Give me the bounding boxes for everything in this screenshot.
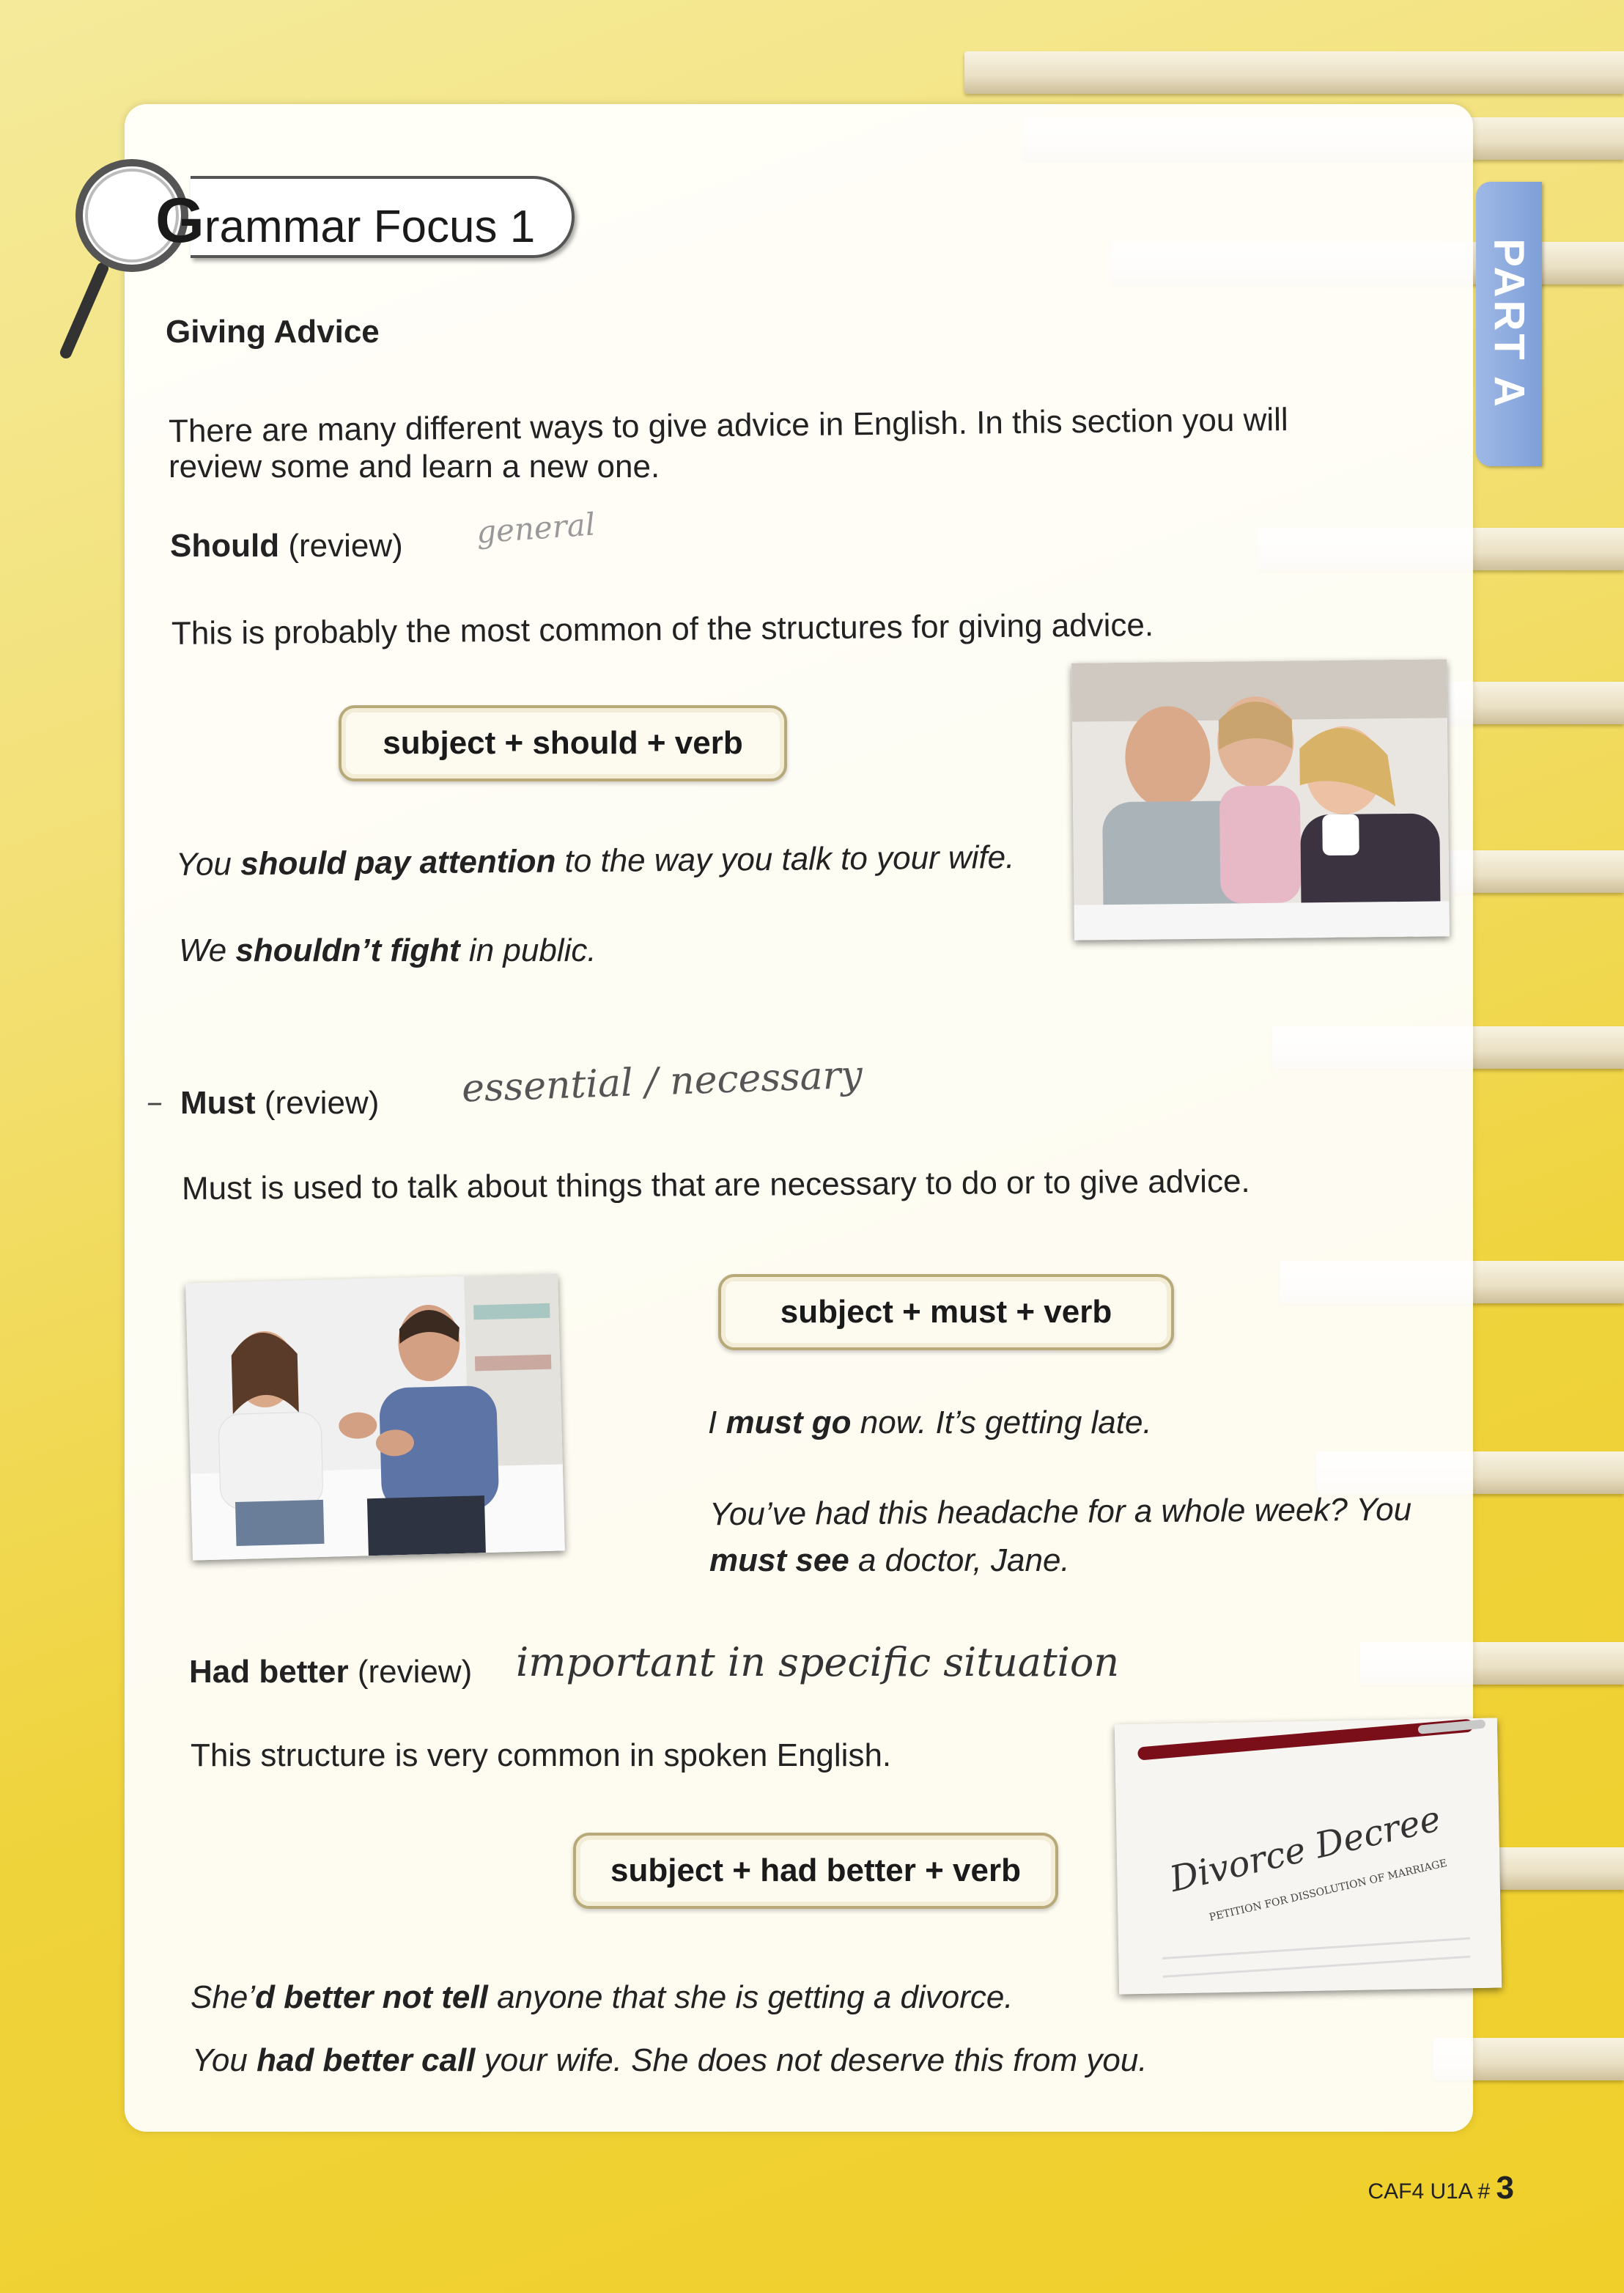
must-heading: Must (review): [180, 1085, 380, 1121]
handwritten-dash: –: [147, 1083, 163, 1121]
had-better-heading: Had better (review): [189, 1654, 473, 1690]
had-better-formula: subject + had better + verb: [573, 1833, 1058, 1909]
must-example-2-line-2: must see a doctor, Jane.: [709, 1542, 1070, 1578]
photo-divorce-decree: Divorce Decree PETITION FOR DISSOLUTION …: [1114, 1718, 1502, 1995]
had-better-example-1: She’d better not tell anyone that she is…: [191, 1979, 1014, 2015]
handwritten-note-had-better: important in specific situation: [516, 1639, 1120, 1685]
had-better-example-2: You had better call your wife. She does …: [192, 2042, 1148, 2078]
had-better-description: This structure is very common in spoken …: [191, 1737, 892, 1773]
section-heading: Giving Advice: [166, 314, 380, 350]
must-example-1: I must go now. It’s getting late.: [708, 1405, 1152, 1440]
should-example-1: You should pay attention to the way you …: [175, 839, 1015, 883]
page-footer: CAF4 U1A # 3: [1368, 2170, 1514, 2206]
must-description: Must is used to talk about things that a…: [181, 1163, 1250, 1207]
page-title: Grammar Focus 1: [155, 185, 536, 256]
should-formula: subject + should + verb: [339, 705, 787, 781]
photo-arguing-couple: [185, 1273, 565, 1561]
must-formula: subject + must + verb: [718, 1274, 1174, 1350]
photo-worried-family: [1071, 659, 1450, 941]
must-example-2-line-1: You’ve had this headache for a whole wee…: [709, 1491, 1412, 1533]
should-heading: Should (review): [170, 528, 403, 564]
page-number: 3: [1496, 2170, 1514, 2206]
part-tab: PART A: [1476, 182, 1542, 466]
should-example-2: We shouldn’t fight in public.: [179, 932, 597, 968]
intro-line-2: review some and learn a new one.: [169, 449, 660, 485]
